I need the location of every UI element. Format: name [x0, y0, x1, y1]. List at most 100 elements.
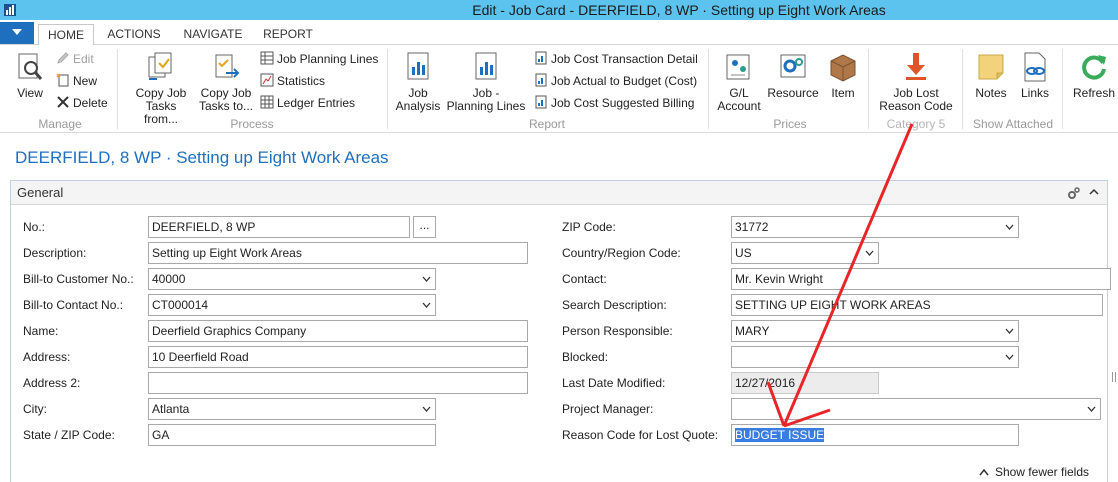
job-cost-transaction-detail-button[interactable]: Job Cost Transaction Detail [534, 51, 698, 69]
gear-icon[interactable] [1067, 186, 1081, 200]
gl-account-button[interactable]: G/L Account [714, 51, 764, 113]
contact-label: Contact: [562, 272, 607, 286]
tab-navigate[interactable]: NAVIGATE [177, 24, 249, 46]
ribbon-separator [117, 49, 118, 129]
ribbon: View Edit New Delete Manage Copy Job Task… [0, 45, 1118, 133]
no-label: No.: [23, 220, 46, 234]
item-button[interactable]: Item [826, 51, 860, 100]
refresh-button[interactable]: Refresh [1070, 51, 1118, 100]
project-manager-label: Project Manager: [562, 402, 654, 416]
group-label-report: Report [528, 117, 566, 131]
chevron-down-icon[interactable] [1005, 224, 1014, 230]
group-label-category-5: Category 5 [886, 117, 946, 131]
view-icon [18, 53, 43, 80]
title-bar: Edit - Job Card - DEERFIELD, 8 WP · Sett… [0, 0, 1118, 20]
tab-actions[interactable]: ACTIONS [100, 24, 168, 46]
grid-icon [260, 51, 274, 65]
no-assist-button[interactable]: ... [413, 216, 436, 238]
statistics-button[interactable]: Statistics [260, 73, 325, 91]
description-label: Description: [23, 246, 87, 260]
show-fewer-fields-link[interactable]: Show fewer fields [979, 465, 1089, 479]
chevron-down-icon[interactable] [1087, 406, 1096, 412]
address-field[interactable]: 10 Deerfield Road [148, 346, 528, 368]
name-field[interactable]: Deerfield Graphics Company [148, 320, 528, 342]
chevron-down-icon[interactable] [422, 302, 431, 308]
ledger-icon [260, 95, 274, 109]
ribbon-separator [868, 49, 869, 129]
job-planning-lines-button[interactable]: Job Planning Lines [260, 51, 378, 69]
bill-to-contact-field[interactable]: CT000014 [148, 294, 436, 316]
scrollbar-grip[interactable] [1112, 372, 1116, 382]
edit-button[interactable]: Edit [56, 51, 94, 69]
links-icon [1024, 52, 1046, 82]
copy-to-icon [215, 54, 240, 78]
bill-to-customer-label: Bill-to Customer No.: [23, 272, 134, 286]
address-2-label: Address 2: [23, 376, 81, 390]
app-menu-button[interactable] [0, 22, 34, 44]
report-small-icon [535, 95, 547, 109]
copy-from-icon [148, 52, 172, 80]
report-small-icon [535, 51, 547, 65]
links-button[interactable]: Links [1016, 51, 1054, 100]
description-field[interactable]: Setting up Eight Work Areas [148, 242, 528, 264]
tab-home[interactable]: HOME [38, 24, 94, 46]
blocked-label: Blocked: [562, 350, 609, 364]
delete-button[interactable]: Delete [56, 95, 108, 113]
fasttab-header[interactable]: General [11, 181, 1107, 205]
view-button[interactable]: View [12, 51, 48, 100]
chevron-down-icon[interactable] [1005, 354, 1014, 360]
reason-code-lost-quote-field[interactable]: BUDGET ISSUE [731, 424, 1019, 446]
copy-job-tasks-to-button[interactable]: Copy Job Tasks to... [196, 51, 256, 113]
reason-code-lost-quote-label: Reason Code for Lost Quote: [562, 428, 719, 442]
ledger-entries-button[interactable]: Ledger Entries [260, 95, 355, 113]
copy-job-tasks-from-button[interactable]: Copy Job Tasks from... [128, 51, 194, 126]
bill-to-customer-field[interactable]: 40000 [148, 268, 436, 290]
job-actual-to-budget-button[interactable]: Job Actual to Budget (Cost) [534, 73, 697, 91]
gl-account-icon [726, 54, 750, 80]
search-description-label: Search Description: [562, 298, 667, 312]
country-region-label: Country/Region Code: [562, 246, 681, 260]
country-region-field[interactable]: US [731, 242, 879, 264]
person-responsible-label: Person Responsible: [562, 324, 673, 338]
job-lost-reason-code-button[interactable]: Job Lost Reason Code [878, 51, 954, 113]
resource-button[interactable]: Resource [766, 51, 820, 100]
project-manager-field[interactable] [731, 398, 1101, 420]
ribbon-separator [962, 49, 963, 129]
new-button[interactable]: New [56, 73, 97, 91]
ribbon-separator [708, 49, 709, 129]
notes-icon [978, 54, 1004, 80]
name-label: Name: [23, 324, 59, 338]
person-responsible-field[interactable]: MARY [731, 320, 1019, 342]
fasttab-title: General [17, 185, 64, 200]
tab-report[interactable]: REPORT [260, 24, 316, 46]
collapse-caret-icon[interactable] [1089, 187, 1099, 197]
chevron-down-icon[interactable] [865, 250, 874, 256]
zip-code-label: ZIP Code: [562, 220, 616, 234]
city-field[interactable]: Atlanta [148, 398, 436, 420]
contact-field[interactable]: Mr. Kevin Wright [731, 268, 1111, 290]
state-field[interactable]: GA [148, 424, 436, 446]
resource-icon [780, 54, 806, 78]
ribbon-separator [1062, 49, 1063, 129]
last-date-modified-field: 12/27/2016 [731, 372, 879, 394]
delete-icon [57, 96, 69, 108]
zip-code-field[interactable]: 31772 [731, 216, 1019, 238]
chevron-down-icon[interactable] [1005, 328, 1014, 334]
page-title: DEERFIELD, 8 WP · Setting up Eight Work … [15, 148, 389, 167]
job-analysis-button[interactable]: Job Analysis [394, 51, 442, 113]
search-description-field[interactable]: SETTING UP EIGHT WORK AREAS [731, 294, 1103, 316]
no-field[interactable]: DEERFIELD, 8 WP [148, 216, 410, 238]
chevron-down-icon[interactable] [422, 406, 431, 412]
group-label-show-attached: Show Attached [972, 117, 1054, 131]
address-label: Address: [23, 350, 71, 364]
city-label: City: [23, 402, 47, 416]
chevron-down-icon[interactable] [422, 276, 431, 282]
address-2-field[interactable] [148, 372, 528, 394]
blocked-field[interactable] [731, 346, 1019, 368]
job-cost-suggested-billing-button[interactable]: Job Cost Suggested Billing [534, 95, 694, 113]
chevron-up-icon [979, 468, 989, 476]
bill-to-contact-label: Bill-to Contact No.: [23, 298, 124, 312]
notes-button[interactable]: Notes [972, 51, 1010, 100]
job-planning-lines-report-button[interactable]: Job - Planning Lines [446, 51, 526, 113]
window-title: Edit - Job Card - DEERFIELD, 8 WP · Sett… [472, 2, 886, 18]
